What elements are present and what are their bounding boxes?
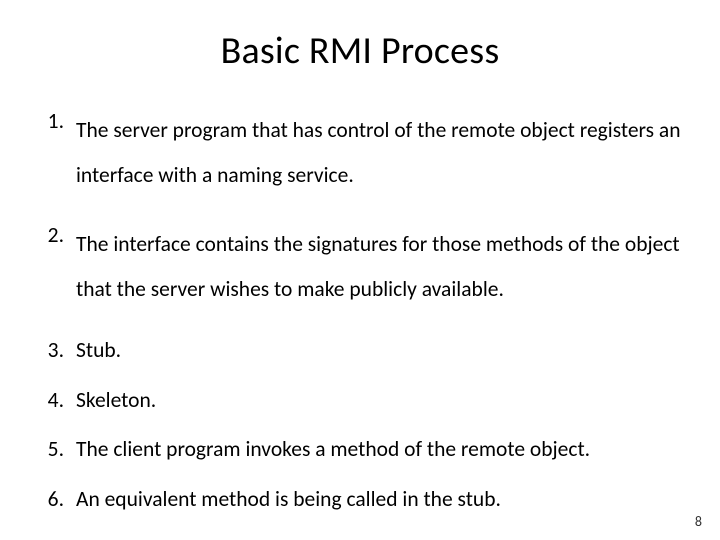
list-item-text: Stub. bbox=[76, 337, 684, 365]
list-item: An equivalent method is being called in … bbox=[36, 486, 684, 514]
list-item-text: Skeleton. bbox=[76, 387, 684, 415]
list-item: The server program that has control of t… bbox=[36, 108, 684, 198]
list-item: The client program invokes a method of t… bbox=[36, 436, 684, 464]
list-item: Stub. bbox=[36, 337, 684, 365]
list-item-text: The client program invokes a method of t… bbox=[76, 436, 684, 464]
slide-title: Basic RMI Process bbox=[36, 28, 684, 74]
page-number: 8 bbox=[695, 513, 702, 530]
slide: Basic RMI Process The server program tha… bbox=[0, 0, 720, 540]
list-item-text: The server program that has control of t… bbox=[76, 108, 684, 198]
list-item: The interface contains the signatures fo… bbox=[36, 222, 684, 312]
list-item-text: An equivalent method is being called in … bbox=[76, 486, 684, 514]
process-list: The server program that has control of t… bbox=[36, 108, 684, 514]
list-item-text: The interface contains the signatures fo… bbox=[76, 222, 684, 312]
list-item: Skeleton. bbox=[36, 387, 684, 415]
